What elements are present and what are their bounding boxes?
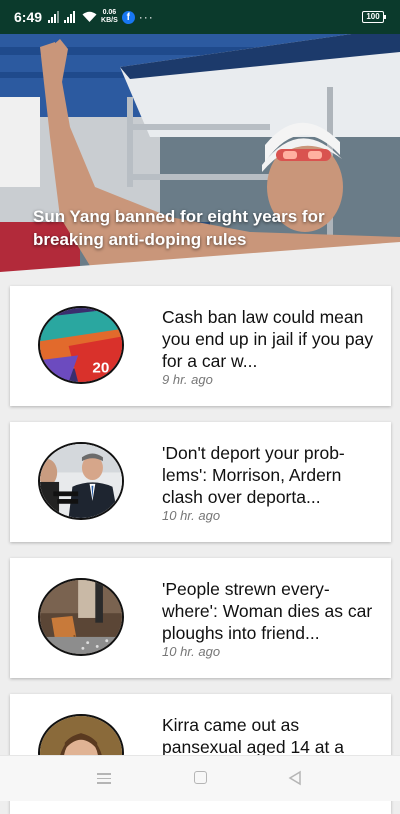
article-title: 'People strewn every-where': Woman dies … xyxy=(162,579,373,643)
status-time: 6:49 xyxy=(14,9,43,25)
article-title: Cash ban law could mean you end up in ja… xyxy=(162,307,374,371)
article-card[interactable]: 20 Cash ban law could mean you end up in… xyxy=(10,286,391,406)
press-conference-image xyxy=(38,442,124,520)
article-title: 'Don't deport your prob-lems': Morrison,… xyxy=(162,443,345,507)
signal-icon xyxy=(48,11,60,23)
article-timestamp: 10 hr. ago xyxy=(162,508,221,523)
article-card[interactable]: 'Don't deport your prob-lems': Morrison,… xyxy=(10,422,391,542)
system-navigation-bar xyxy=(0,755,400,801)
network-speed: 0.06 KB/S xyxy=(101,9,118,25)
battery-icon: 100 xyxy=(362,11,386,23)
network-speed-unit: KB/S xyxy=(101,17,118,24)
hero-title: Sun Yang banned for eight years for brea… xyxy=(33,207,325,249)
banknotes-image: 20 xyxy=(38,306,124,384)
network-speed-value: 0.06 xyxy=(102,9,117,16)
wifi-icon xyxy=(82,11,97,22)
status-bar: 6:49 0.06 KB/S f ··· 100 xyxy=(0,0,400,34)
more-notifications-icon: ··· xyxy=(138,10,154,24)
svg-text:20: 20 xyxy=(92,360,109,377)
recent-apps-icon[interactable] xyxy=(96,770,112,786)
article-timestamp: 9 hr. ago xyxy=(162,372,213,387)
back-icon[interactable] xyxy=(287,770,303,786)
article-timestamp: 10 hr. ago xyxy=(162,644,221,659)
signal-icon-2 xyxy=(64,11,76,23)
facebook-notification-icon: f xyxy=(121,10,135,24)
crash-scene-image xyxy=(38,578,124,656)
home-icon[interactable] xyxy=(193,770,209,786)
article-card[interactable]: 'People strewn every-where': Woman dies … xyxy=(10,558,391,678)
hero-story[interactable]: Sun Yang banned for eight years for brea… xyxy=(0,27,400,282)
